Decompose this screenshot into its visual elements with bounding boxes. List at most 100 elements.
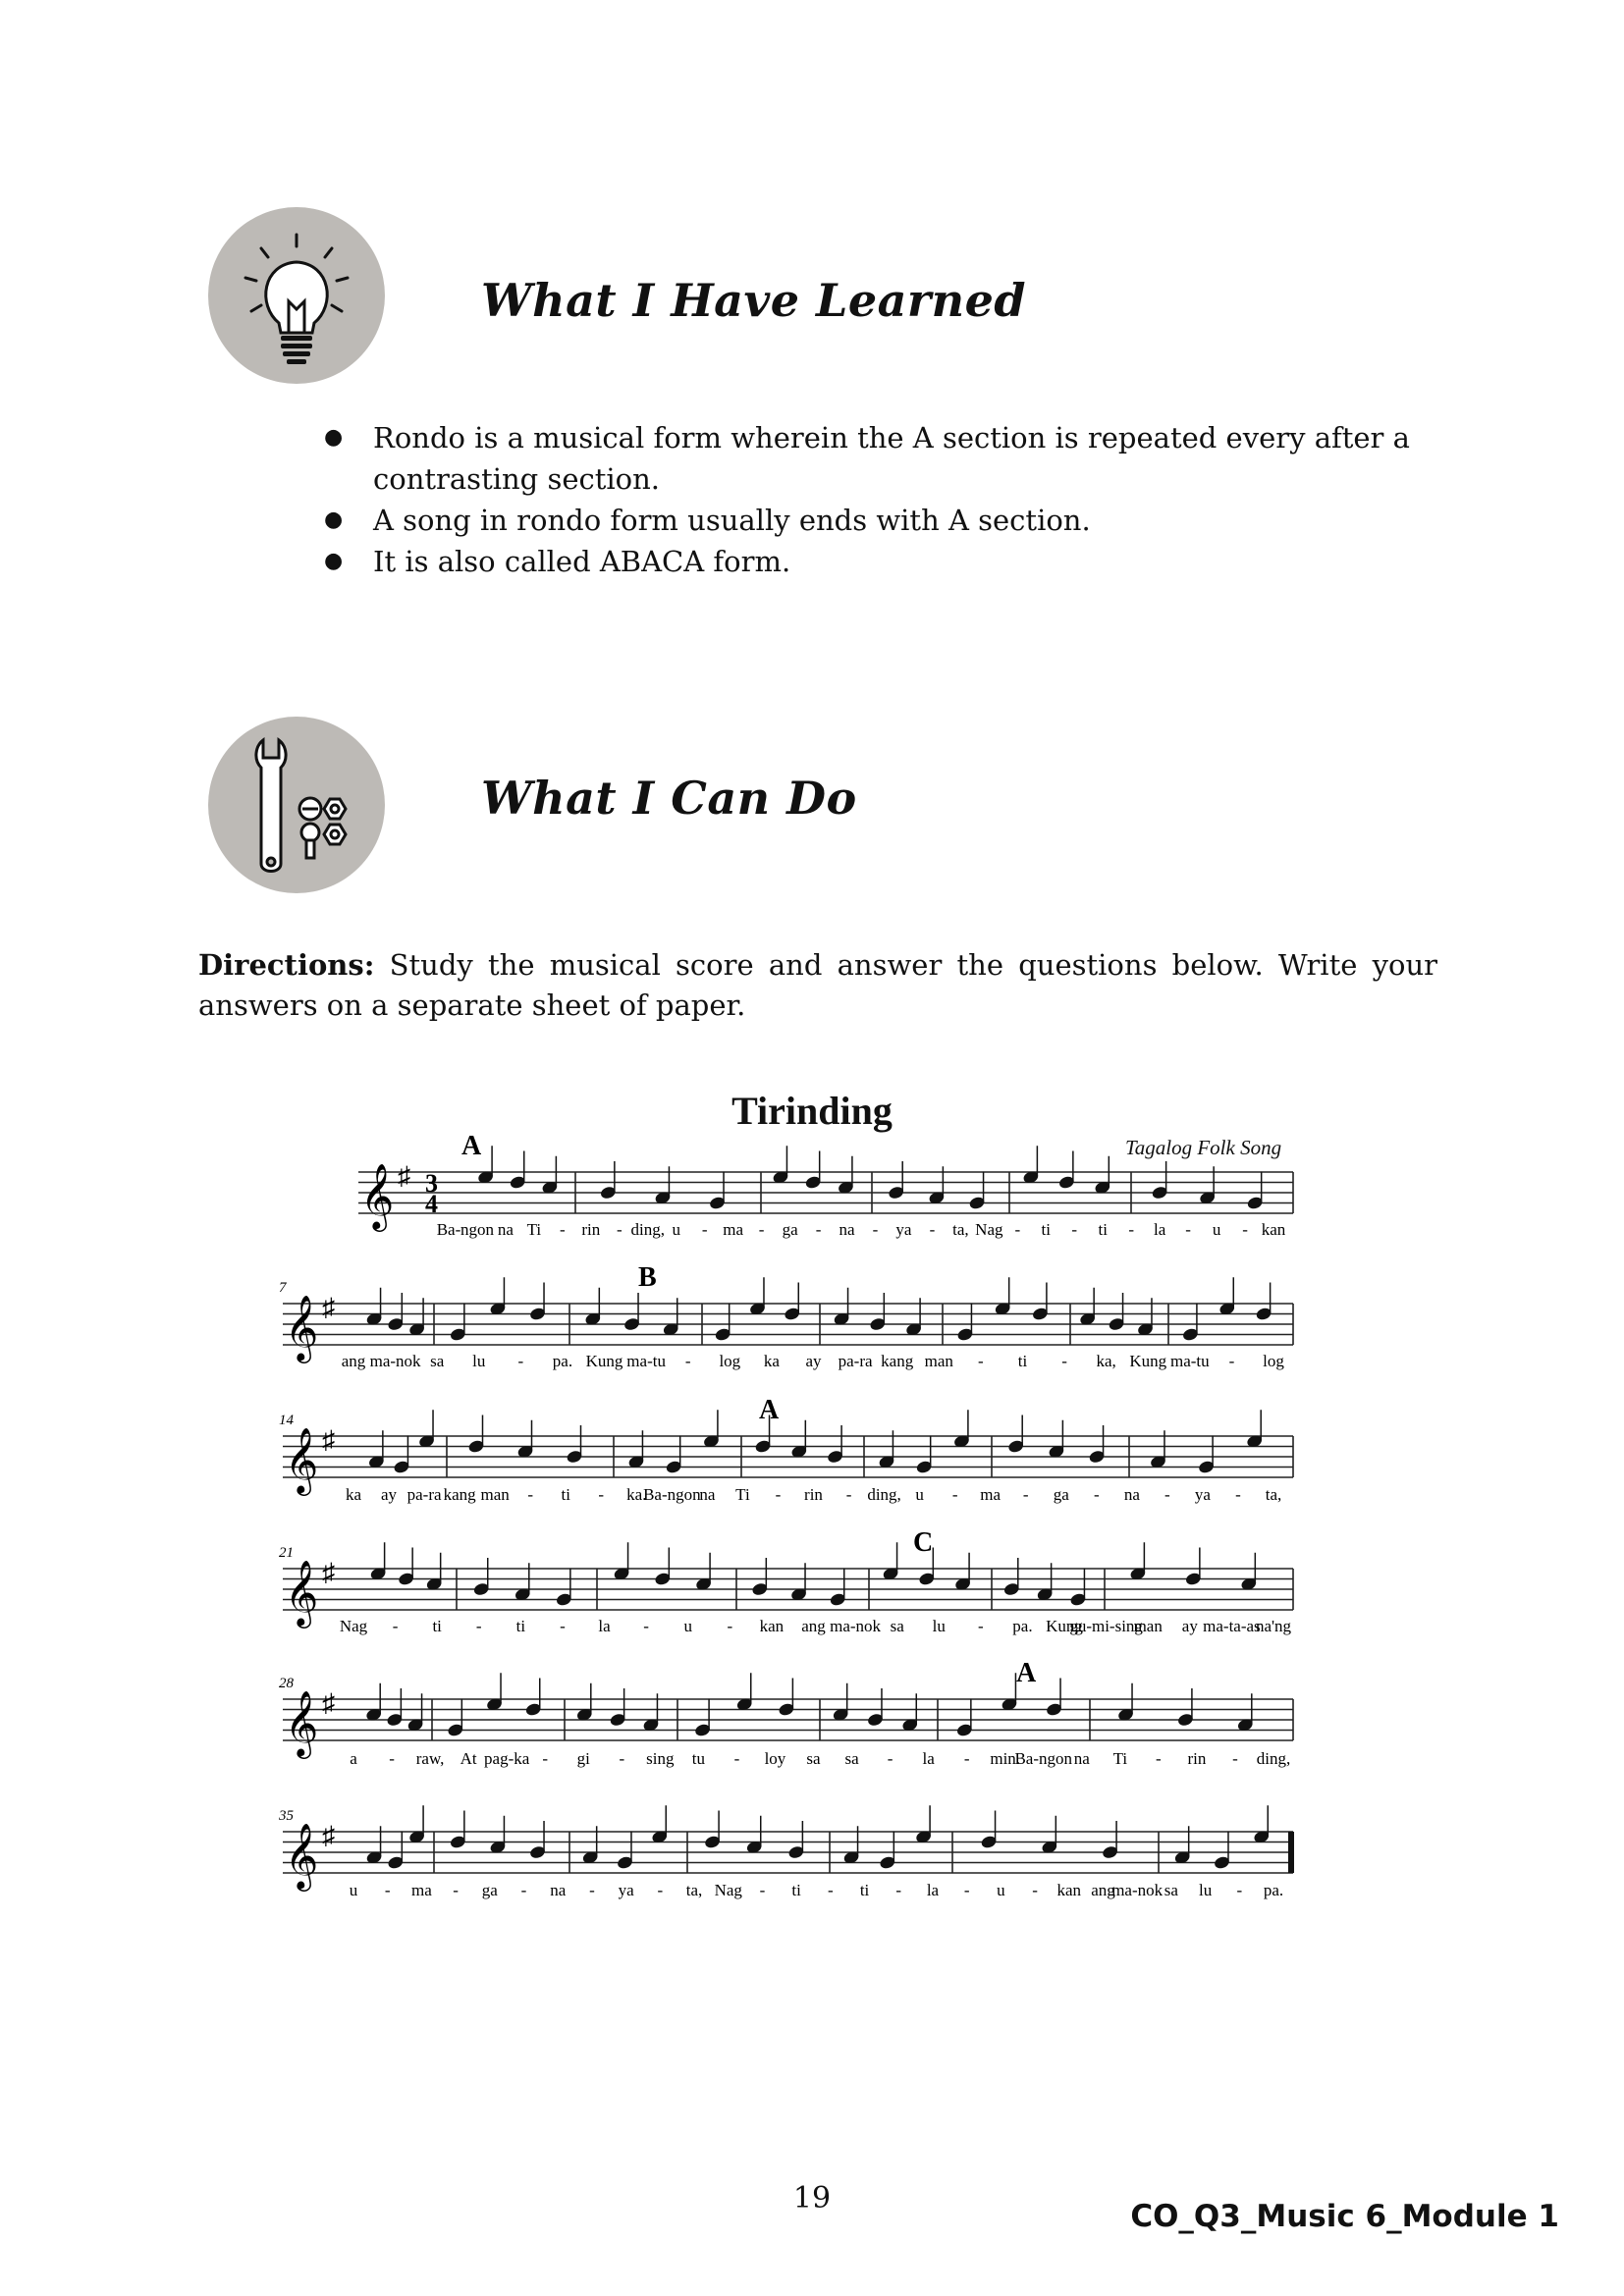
- lyric-syllable: -: [476, 1617, 482, 1635]
- lyric-syllable: ma-tu: [1170, 1352, 1210, 1370]
- lyric-syllable: lu: [933, 1617, 947, 1635]
- lyric-syllable: -: [619, 1749, 624, 1768]
- lyric-syllable: u: [915, 1485, 924, 1504]
- rehearsal-mark: A: [461, 1131, 482, 1161]
- lyric-syllable: -: [930, 1220, 936, 1239]
- lyric-syllable: man: [481, 1485, 511, 1504]
- lyric-syllable: ti: [1042, 1220, 1052, 1239]
- lyric-syllable: la: [927, 1881, 940, 1899]
- lyric-syllable: -: [643, 1617, 649, 1635]
- lyric-syllable: -: [598, 1485, 604, 1504]
- key-sharp-symbol: ♯: [322, 1294, 335, 1322]
- lyric-syllable: -: [1185, 1220, 1191, 1239]
- lyric-syllable: kan: [1262, 1220, 1286, 1239]
- lyric-syllable: -: [657, 1881, 663, 1899]
- lyric-syllable: rin: [804, 1485, 823, 1504]
- lyric-syllable: -: [527, 1485, 533, 1504]
- lyric-syllable: ti: [562, 1485, 571, 1504]
- lyric-syllable: Kung: [586, 1352, 623, 1370]
- module-code: CO_Q3_Music 6_Module 1: [1130, 2199, 1559, 2234]
- lyric-syllable: ga: [482, 1881, 499, 1899]
- lyric-syllable: Kung: [1129, 1352, 1166, 1370]
- lyric-syllable: na: [1124, 1485, 1141, 1504]
- lyric-syllable: ti: [791, 1881, 801, 1899]
- key-sharp-symbol: ♯: [322, 1822, 335, 1850]
- lyric-syllable: na'ng: [1256, 1617, 1292, 1635]
- lyric-syllable: -: [521, 1881, 527, 1899]
- final-barline: [1288, 1832, 1294, 1873]
- music-score: 𝄞 ♯ 34ABa-ngon na Ti - rin - ding, u - ma - ga - na - ya -…: [278, 1131, 1294, 1899]
- lyric-syllable: -: [702, 1220, 708, 1239]
- lyric-syllable: -: [964, 1881, 970, 1899]
- lyric-syllable: ma-nok: [370, 1352, 421, 1370]
- lyric-syllable: ti: [860, 1881, 870, 1899]
- lyric-syllable: lu: [1199, 1881, 1213, 1899]
- lyric-syllable: gu-mi-sing: [1069, 1617, 1143, 1635]
- lyric-syllable: ma-tu: [626, 1352, 666, 1370]
- lyric-syllable: -: [1094, 1485, 1100, 1504]
- lyric-syllable: -: [1164, 1485, 1170, 1504]
- lyric-syllable: -: [1128, 1220, 1134, 1239]
- lyric-syllable: ay: [1182, 1617, 1199, 1635]
- lyric-syllable: -: [1232, 1749, 1238, 1768]
- lyric-syllable: tu: [692, 1749, 706, 1768]
- lyric-syllable: -: [964, 1749, 970, 1768]
- lyric-syllable: -: [589, 1881, 595, 1899]
- lyric-syllable: -: [1032, 1881, 1038, 1899]
- lyric-syllable: -: [1242, 1220, 1248, 1239]
- lyric-syllable: -: [873, 1220, 879, 1239]
- lyric-syllable: u: [997, 1881, 1005, 1899]
- measure-number: 35: [278, 1808, 295, 1824]
- rehearsal-mark: A: [1016, 1658, 1037, 1688]
- lyric-syllable: ti: [1018, 1352, 1028, 1370]
- lyric-syllable: raw,: [416, 1749, 445, 1768]
- rehearsal-mark: A: [759, 1395, 780, 1425]
- lyric-syllable: sa: [806, 1749, 821, 1768]
- lyric-syllable: pa-ra: [839, 1352, 873, 1370]
- lyric-syllable: -: [727, 1617, 732, 1635]
- lyric-syllable: -: [760, 1881, 766, 1899]
- lyric-syllable: ta,: [952, 1220, 969, 1239]
- lyric-syllable: ngon: [460, 1220, 495, 1239]
- lyric-syllable: ma-ta-as: [1203, 1617, 1261, 1635]
- lyric-syllable: ti: [516, 1617, 526, 1635]
- lyric-syllable: ma: [723, 1220, 743, 1239]
- lyric-syllable: la: [922, 1749, 935, 1768]
- rehearsal-mark: C: [913, 1527, 933, 1558]
- lyric-syllable: -: [685, 1352, 691, 1370]
- lyric-syllable: ma: [411, 1881, 432, 1899]
- lyric-syllable: lu: [472, 1352, 486, 1370]
- lyric-syllable: ding,: [631, 1220, 665, 1239]
- lyric-syllable: -: [895, 1881, 901, 1899]
- lyric-syllable: log: [719, 1352, 740, 1370]
- lyric-syllable: na: [498, 1220, 514, 1239]
- treble-clef-symbol: 𝄞: [360, 1164, 394, 1232]
- lyric-syllable: ga: [783, 1220, 799, 1239]
- lyric-syllable: man: [925, 1352, 954, 1370]
- lyric-syllable: kan: [760, 1617, 785, 1635]
- lyric-syllable: -: [560, 1220, 566, 1239]
- lyric-syllable: rin: [581, 1220, 600, 1239]
- lyric-syllable: ya: [1195, 1485, 1212, 1504]
- lyric-syllable: u: [1213, 1220, 1221, 1239]
- rehearsal-mark: B: [638, 1262, 657, 1293]
- lyric-syllable: sa: [844, 1749, 859, 1768]
- lyric-syllable: -: [759, 1220, 765, 1239]
- lyric-syllable: -: [385, 1881, 391, 1899]
- treble-clef-symbol: 𝄞: [285, 1428, 318, 1496]
- key-sharp-symbol: ♯: [322, 1689, 335, 1718]
- lyric-syllable: kang: [444, 1485, 477, 1504]
- lyric-syllable: u: [672, 1220, 680, 1239]
- treble-clef-symbol: 𝄞: [285, 1824, 318, 1892]
- lyric-syllable: -: [1014, 1220, 1020, 1239]
- lyric-syllable: log: [1263, 1352, 1284, 1370]
- lyric-syllable: -: [816, 1220, 822, 1239]
- lyric-syllable: -: [560, 1617, 566, 1635]
- lyric-syllable: sa: [1164, 1881, 1179, 1899]
- lyric-syllable: ay: [381, 1485, 398, 1504]
- lyric-syllable: pa.: [1012, 1617, 1032, 1635]
- lyric-syllable: -: [389, 1749, 395, 1768]
- lyric-syllable: -: [453, 1881, 459, 1899]
- measure-number: 21: [279, 1545, 294, 1561]
- measure-number: 14: [279, 1413, 295, 1428]
